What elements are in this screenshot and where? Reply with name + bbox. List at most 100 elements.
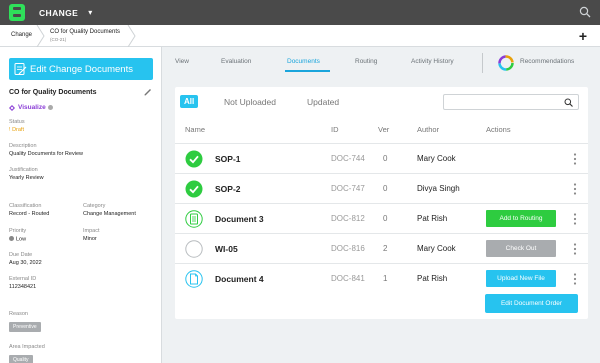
kebab-icon[interactable] — [573, 272, 577, 286]
upload-new-file-button[interactable]: Upload New File — [486, 270, 556, 287]
breadcrumb-separator — [36, 25, 45, 47]
column-header-author[interactable]: Author — [417, 125, 439, 134]
kebab-icon[interactable] — [573, 182, 577, 196]
edit-document-order-button[interactable]: Edit Document Order — [485, 294, 578, 313]
priority-icon — [9, 236, 14, 241]
document-name[interactable]: Document 4 — [215, 274, 264, 284]
check-circle-icon — [185, 150, 203, 168]
description-label: Description — [9, 143, 37, 149]
justification-value: Yearly Review — [9, 175, 44, 181]
kebab-icon[interactable] — [573, 242, 577, 256]
chevron-down-icon[interactable]: ▾ — [88, 8, 92, 17]
breadcrumb-change[interactable]: Change — [11, 32, 32, 38]
document-author: Mary Cook — [417, 154, 456, 163]
tab-evaluation[interactable]: Evaluation — [221, 58, 251, 65]
table-row[interactable]: SOP-1 DOC-744 0 Mary Cook — [175, 143, 588, 173]
search-icon[interactable] — [564, 98, 573, 107]
status-label: Status — [9, 119, 25, 125]
document-name[interactable]: SOP-1 — [215, 154, 241, 164]
app-name[interactable]: CHANGE — [39, 8, 78, 18]
visualize-link[interactable]: Visualize — [9, 104, 53, 111]
external-id-value: 112348421 — [9, 284, 37, 290]
tab-routing[interactable]: Routing — [355, 58, 377, 65]
status-value: Draft — [12, 127, 24, 133]
table-row[interactable]: Document 3 DOC-812 0 Pat Rish Add to Rou… — [175, 203, 588, 233]
column-header-ver[interactable]: Ver — [378, 125, 389, 134]
document-version: 0 — [383, 214, 388, 223]
priority-label: Priority — [9, 228, 27, 234]
tab-documents[interactable]: Documents — [287, 58, 320, 65]
classification-label: Classification — [9, 203, 42, 209]
document-author: Divya Singh — [417, 184, 460, 193]
area-impacted-label: Area Impacted — [9, 344, 45, 350]
column-header-id[interactable]: ID — [331, 125, 339, 134]
kebab-icon[interactable] — [573, 152, 577, 166]
filter-all[interactable]: All — [180, 95, 199, 108]
priority-value: Low — [9, 236, 26, 243]
due-date-label: Due Date — [9, 252, 33, 258]
kebab-icon[interactable] — [573, 212, 577, 226]
document-author: Pat Rish — [417, 214, 448, 223]
pencil-icon[interactable] — [144, 88, 152, 96]
table-row[interactable]: WI-05 DOC-816 2 Mary Cook Check Out — [175, 233, 588, 263]
external-id-label: External ID — [9, 276, 37, 282]
category-label: Category — [83, 203, 106, 209]
recommendations-icon[interactable] — [497, 54, 515, 72]
document-name[interactable]: WI-05 — [215, 244, 238, 254]
status-badge: ! Draft — [9, 127, 24, 133]
document-author: Mary Cook — [417, 244, 456, 253]
top-bar: CHANGE ▾ — [0, 0, 600, 25]
tab-divider — [482, 53, 483, 73]
documents-card: All Not Uploaded Updated Name ID Ver Aut… — [175, 87, 588, 319]
priority-text: Low — [16, 236, 27, 243]
filter-updated[interactable]: Updated — [307, 97, 339, 107]
check-out-button[interactable]: Check Out — [486, 240, 556, 257]
breadcrumb-sub: (CO-21) — [50, 37, 67, 42]
edit-change-documents-button[interactable]: Edit Change Documents — [9, 58, 153, 80]
tab-bar: View Evaluation Documents Routing Activi… — [162, 47, 600, 79]
blank-document-circle-icon — [185, 270, 203, 288]
table-row[interactable]: Document 4 DOC-841 1 Pat Rish Upload New… — [175, 263, 588, 293]
breadcrumb-separator — [127, 25, 136, 47]
logo-icon[interactable] — [9, 4, 25, 21]
edit-change-documents-label: Edit Change Documents — [30, 63, 133, 75]
document-name[interactable]: Document 3 — [215, 214, 264, 224]
breadcrumb: Change CO for Quality Documents (CO-21) … — [0, 25, 600, 47]
description-value: Quality Documents for Review — [9, 151, 83, 157]
plus-icon[interactable]: + — [579, 28, 587, 44]
search-input[interactable] — [443, 94, 579, 110]
document-version: 1 — [383, 274, 388, 283]
reason-label: Reason — [9, 311, 28, 317]
document-author: Pat Rish — [417, 274, 448, 283]
category-value: Change Management — [83, 211, 136, 217]
tab-recommendations[interactable]: Recommendations — [520, 58, 574, 65]
info-icon[interactable] — [47, 105, 53, 110]
active-tab-indicator — [285, 70, 330, 72]
add-to-routing-button[interactable]: Add to Routing — [486, 210, 556, 227]
impact-value: Minor — [83, 236, 97, 242]
column-header-name[interactable]: Name — [185, 125, 205, 134]
tab-view[interactable]: View — [175, 58, 189, 65]
breadcrumb-current[interactable]: CO for Quality Documents — [50, 29, 120, 35]
document-version: 0 — [383, 184, 388, 193]
document-circle-icon — [185, 210, 203, 228]
search-icon[interactable] — [579, 6, 591, 18]
edit-document-icon — [14, 63, 27, 75]
document-version: 0 — [383, 154, 388, 163]
filter-not-uploaded[interactable]: Not Uploaded — [224, 97, 276, 107]
empty-circle-icon — [185, 240, 203, 258]
document-id: DOC-747 — [331, 184, 365, 193]
reason-tag: Preventive — [9, 322, 41, 332]
table-row[interactable]: SOP-2 DOC-747 0 Divya Singh — [175, 173, 588, 203]
document-title: CO for Quality Documents — [9, 89, 97, 96]
left-panel: Edit Change Documents CO for Quality Doc… — [0, 47, 162, 363]
visualize-icon — [9, 104, 15, 111]
document-id: DOC-812 — [331, 214, 365, 223]
document-id: DOC-841 — [331, 274, 365, 283]
tab-activity-history[interactable]: Activity History — [411, 58, 454, 65]
document-id: DOC-744 — [331, 154, 365, 163]
column-header-actions: Actions — [486, 125, 511, 134]
visualize-label: Visualize — [18, 104, 46, 111]
impact-label: Impact — [83, 228, 100, 234]
document-name[interactable]: SOP-2 — [215, 184, 241, 194]
